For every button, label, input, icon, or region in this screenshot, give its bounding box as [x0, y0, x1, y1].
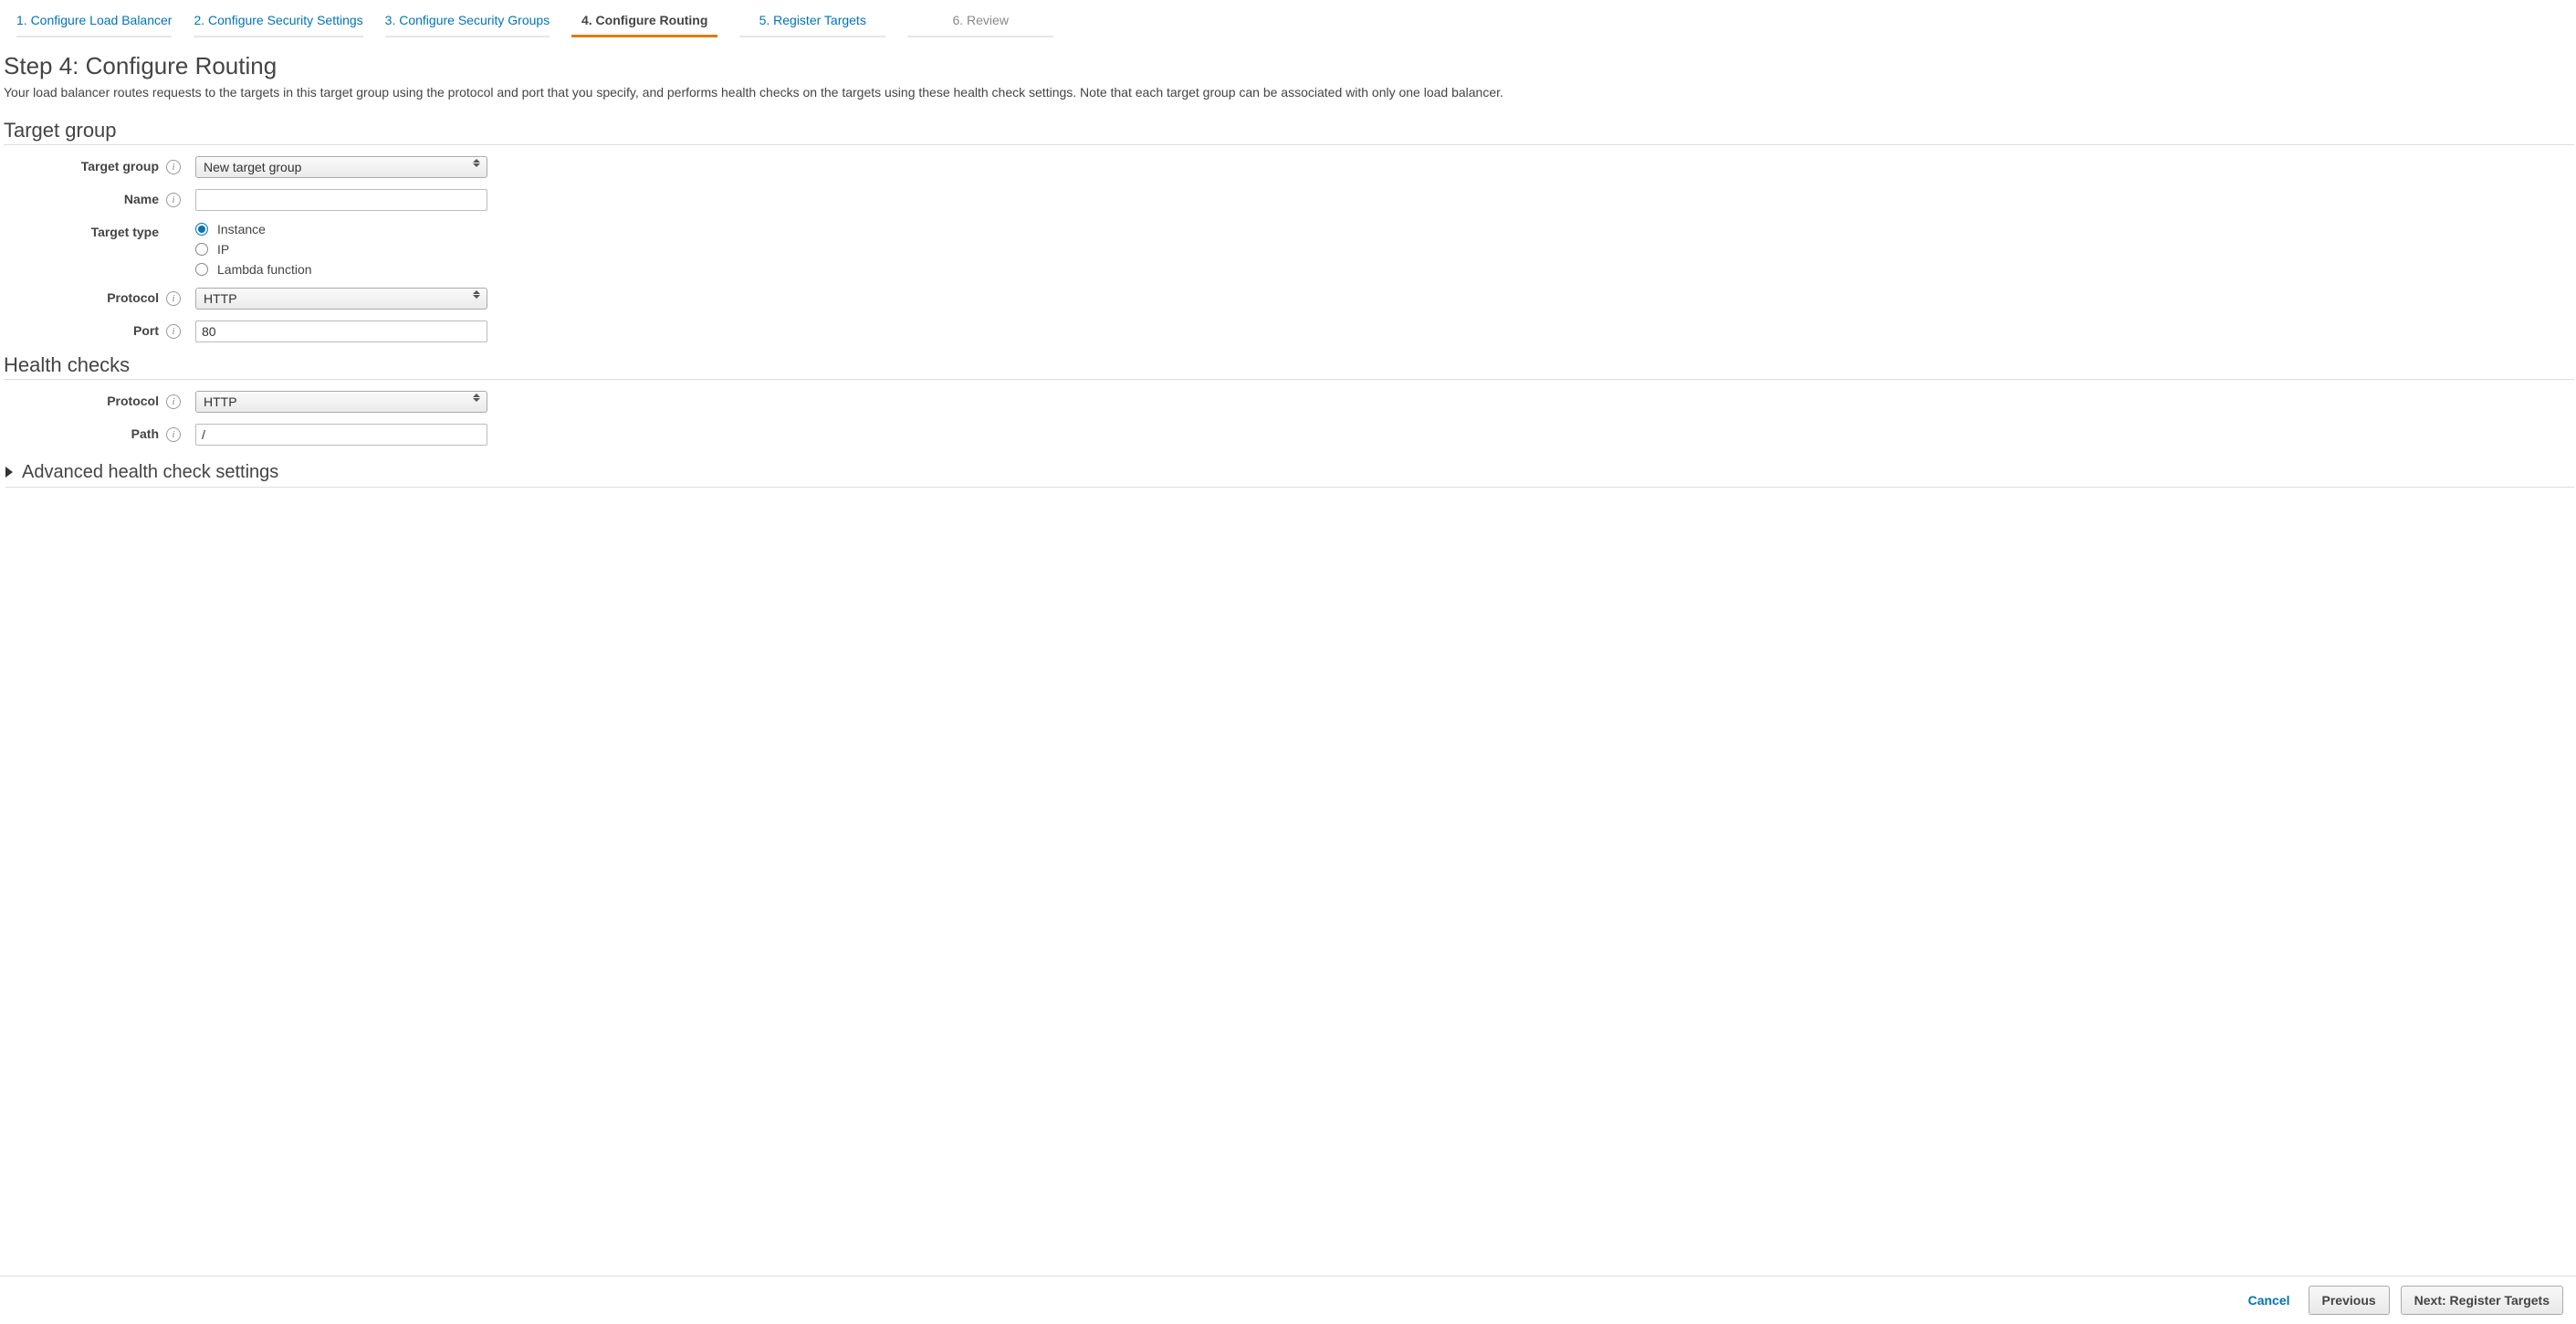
radio-instance[interactable] — [195, 223, 208, 236]
label-target-type: Target type — [2, 222, 166, 239]
row-hc-path: Path i — [2, 424, 2574, 446]
input-name[interactable] — [195, 189, 487, 211]
label-name: Name — [2, 189, 166, 206]
label-target-group: Target group — [2, 156, 166, 173]
row-port: Port i — [2, 320, 2574, 342]
page-description: Your load balancer routes requests to th… — [4, 84, 2572, 102]
wizard-step-3[interactable]: 3. Configure Security Groups — [385, 7, 550, 37]
chevron-updown-icon — [470, 159, 483, 167]
row-protocol: Protocol i HTTP — [2, 288, 2574, 310]
label-hc-path: Path — [2, 424, 166, 441]
select-target-group-value: New target group — [204, 160, 301, 174]
triangle-right-icon — [5, 467, 13, 478]
select-hc-protocol-value: HTTP — [204, 394, 237, 409]
radio-lambda-label: Lambda function — [217, 262, 312, 277]
radio-group-target-type: Instance IP Lambda function — [195, 222, 312, 277]
input-hc-path[interactable] — [195, 424, 487, 446]
chevron-updown-icon — [470, 290, 483, 299]
radio-ip[interactable] — [195, 243, 208, 256]
page-title: Step 4: Configure Routing — [4, 52, 2574, 80]
wizard-step-4[interactable]: 4. Configure Routing — [571, 7, 717, 37]
footer-actions: Cancel Previous Next: Register Targets — [0, 1276, 2576, 1324]
wizard-step-1[interactable]: 1. Configure Load Balancer — [16, 7, 172, 37]
info-icon[interactable]: i — [166, 291, 181, 306]
info-icon[interactable]: i — [166, 394, 181, 409]
wizard-step-5[interactable]: 5. Register Targets — [739, 7, 885, 37]
expander-advanced-label: Advanced health check settings — [22, 462, 278, 483]
label-hc-protocol: Protocol — [2, 391, 166, 408]
radio-lambda[interactable] — [195, 263, 208, 276]
cancel-button[interactable]: Cancel — [2241, 1287, 2298, 1313]
label-port: Port — [2, 320, 166, 338]
previous-button[interactable]: Previous — [2309, 1286, 2390, 1315]
select-target-group[interactable]: New target group — [195, 156, 487, 178]
label-protocol: Protocol — [2, 288, 166, 305]
info-icon[interactable]: i — [166, 324, 181, 339]
select-hc-protocol[interactable]: HTTP — [195, 391, 487, 413]
info-icon[interactable]: i — [166, 160, 181, 174]
info-icon[interactable]: i — [166, 427, 181, 442]
section-target-group-title: Target group — [4, 119, 2574, 145]
select-protocol-value: HTTP — [204, 291, 237, 306]
radio-instance-label: Instance — [217, 222, 266, 236]
expander-advanced-health-checks[interactable]: Advanced health check settings — [5, 462, 2574, 488]
input-port[interactable] — [195, 320, 487, 342]
wizard-steps: 1. Configure Load Balancer 2. Configure … — [2, 0, 2574, 37]
row-target-type: Target type Instance IP Lambda function — [2, 222, 2574, 277]
wizard-step-2[interactable]: 2. Configure Security Settings — [194, 7, 362, 37]
info-icon[interactable]: i — [166, 193, 181, 207]
row-name: Name i — [2, 189, 2574, 211]
wizard-step-6: 6. Review — [907, 7, 1053, 37]
radio-ip-label: IP — [217, 242, 229, 257]
row-target-group: Target group i New target group — [2, 156, 2574, 178]
select-protocol[interactable]: HTTP — [195, 288, 487, 310]
section-health-checks-title: Health checks — [4, 353, 2574, 380]
row-hc-protocol: Protocol i HTTP — [2, 391, 2574, 413]
next-button[interactable]: Next: Register Targets — [2401, 1286, 2563, 1315]
chevron-updown-icon — [470, 394, 483, 402]
